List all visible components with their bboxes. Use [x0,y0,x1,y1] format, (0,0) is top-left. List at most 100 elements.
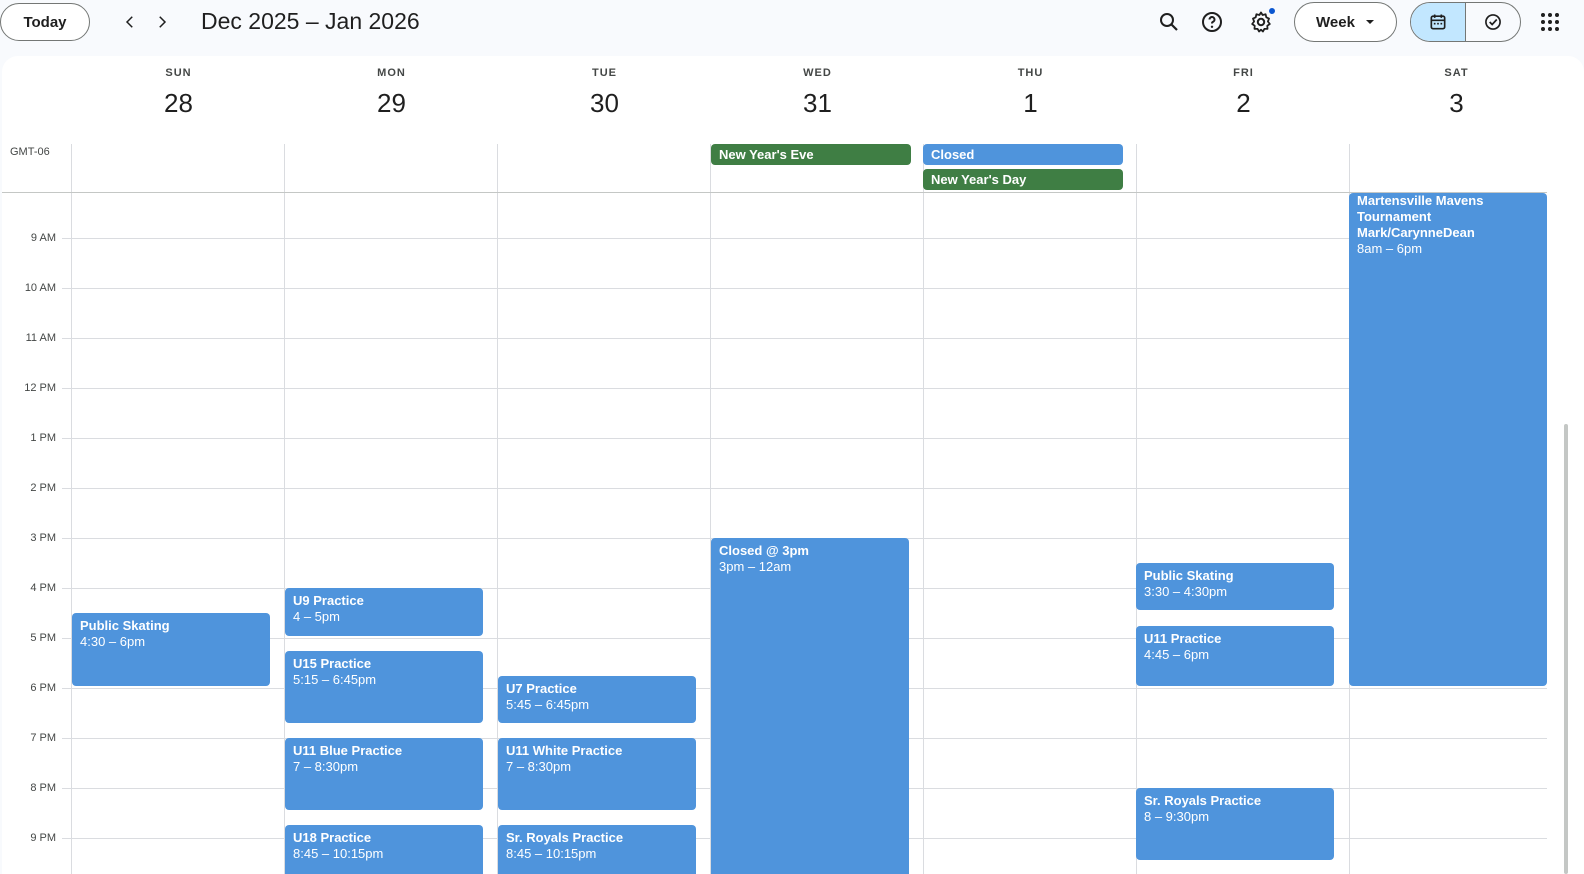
next-week-button[interactable] [148,8,176,36]
view-selector[interactable]: Week [1294,2,1397,42]
caret-down-icon [1365,20,1374,24]
day-header-wed[interactable]: WED 31 [711,56,924,119]
event-time: 8:45 – 10:15pm [506,846,597,861]
event-title: Public Skating [80,618,170,633]
hour-label: 11 AM [25,332,56,344]
search-button[interactable] [1155,8,1183,36]
event-card[interactable]: U9 Practice 4 – 5pm [285,588,483,636]
day-of-week: THU [1017,67,1044,79]
hour-line [62,288,1547,289]
today-button[interactable]: Today [0,3,90,41]
view-selector-label: Week [1316,13,1355,31]
chevron-right-icon [159,16,167,28]
hour-label: 12 PM [24,382,56,394]
date-range-title: Dec 2025 – Jan 2026 [201,8,420,34]
event-time: 5:15 – 6:45pm [293,672,377,687]
help-button[interactable] [1198,8,1226,36]
event-time: 4:30 – 6pm [80,634,146,649]
notification-dot [1269,8,1275,14]
event-title: U11 White Practice [506,743,623,758]
event-card[interactable]: U18 Practice 8:45 – 10:15pm [285,825,483,874]
vertical-scrollbar[interactable] [1564,424,1568,874]
hour-label: 3 PM [30,532,56,544]
calendar-tasks-toggle [1410,2,1521,42]
hour-label: 5 PM [30,632,56,644]
help-icon [1202,12,1222,32]
event-title: U15 Practice [293,656,372,671]
event-card[interactable]: U7 Practice 5:45 – 6:45pm [498,676,696,723]
event-card[interactable]: U11 White Practice 7 – 8:30pm [498,738,696,810]
day-header-thu[interactable]: THU 1 [924,56,1137,119]
allday-event[interactable]: Closed [923,144,1123,165]
hour-line [62,488,1547,489]
hour-line [62,238,1547,239]
top-bar: Today Dec 2025 – Jan 2026 Week [0,0,1584,56]
prev-week-button[interactable] [116,8,144,36]
chevron-left-icon [125,16,133,28]
calendar-icon [1430,14,1446,30]
event-card[interactable]: Sr. Royals Practice 8 – 9:30pm [1136,788,1334,860]
check-circle-icon [1485,14,1501,30]
day-header-fri[interactable]: FRI 2 [1137,56,1350,119]
event-time: 8am – 6pm [1357,241,1423,256]
event-time: 3pm – 12am [719,559,792,574]
all-day-separator [2,192,1547,193]
event-card[interactable]: Sr. Royals Practice 8:45 – 10:15pm [498,825,696,874]
day-number: 28 [164,88,193,118]
event-title: U7 Practice [506,681,577,696]
calendar-grid: SUN 28 MON 29 TUE 30 WED 31 THU 1 FRI 2 … [2,56,1584,874]
event-time: 5:45 – 6:45pm [506,697,590,712]
event-time: 7 – 8:30pm [293,759,359,774]
day-header-sat[interactable]: SAT 3 [1350,56,1563,119]
day-of-week: TUE [592,67,617,79]
allday-event[interactable]: New Year's Eve [711,144,911,165]
event-title: U9 Practice [293,593,364,608]
event-title: Public Skating [1144,568,1234,583]
hour-line [62,388,1547,389]
event-card[interactable]: Martensville Mavens Tournament Mark/Cary… [1349,193,1547,686]
hour-label: 9 PM [30,832,56,844]
day-of-week: SUN [165,67,192,79]
hour-label: 2 PM [30,482,56,494]
day-header-mon[interactable]: MON 29 [285,56,498,119]
tasks-view-button[interactable] [1466,3,1520,41]
settings-button[interactable] [1247,8,1275,36]
event-card[interactable]: U11 Practice 4:45 – 6pm [1136,626,1334,686]
event-time: 7 – 8:30pm [506,759,572,774]
day-of-week: SAT [1444,67,1469,79]
day-number: 3 [1449,88,1464,118]
day-number: 29 [377,88,406,118]
event-card[interactable]: U11 Blue Practice 7 – 8:30pm [285,738,483,810]
event-time: 4 – 5pm [293,609,340,624]
day-header-tue[interactable]: TUE 30 [498,56,711,119]
gear-icon [1251,11,1271,33]
hour-label: 8 PM [30,782,56,794]
event-card[interactable]: Public Skating 4:30 – 6pm [72,613,270,686]
hour-label: 4 PM [30,582,56,594]
calendar-view-button[interactable] [1411,3,1466,41]
hour-line [62,438,1547,439]
event-card[interactable]: Public Skating 3:30 – 4:30pm [1136,563,1334,610]
apps-grid-icon[interactable] [1538,10,1562,34]
day-header-sun[interactable]: SUN 28 [72,56,285,119]
hour-label: 10 AM [24,282,56,294]
event-title: U11 Practice [1144,631,1222,646]
hour-label: 7 PM [30,732,56,744]
event-card[interactable]: U15 Practice 5:15 – 6:45pm [285,651,483,723]
column-divider [71,144,72,874]
day-of-week: MON [377,67,406,79]
event-time: 4:45 – 6pm [1144,647,1210,662]
event-time: 3:30 – 4:30pm [1144,584,1228,599]
event-title: U18 Practice [293,830,372,845]
day-number: 31 [803,88,832,118]
event-time: 8 – 9:30pm [1144,809,1210,824]
event-title: Closed @ 3pm [719,543,809,558]
hour-label: 9 AM [30,232,56,244]
event-title: Sr. Royals Practice [506,830,624,845]
event-card[interactable]: Closed @ 3pm 3pm – 12am [711,538,909,874]
timezone-label: GMT-06 [10,146,50,158]
allday-event[interactable]: New Year's Day [923,169,1123,190]
event-title: Martensville Mavens Tournament Mark/Cary… [1357,193,1484,240]
day-of-week: FRI [1233,67,1254,79]
hour-label: 6 PM [30,682,56,694]
